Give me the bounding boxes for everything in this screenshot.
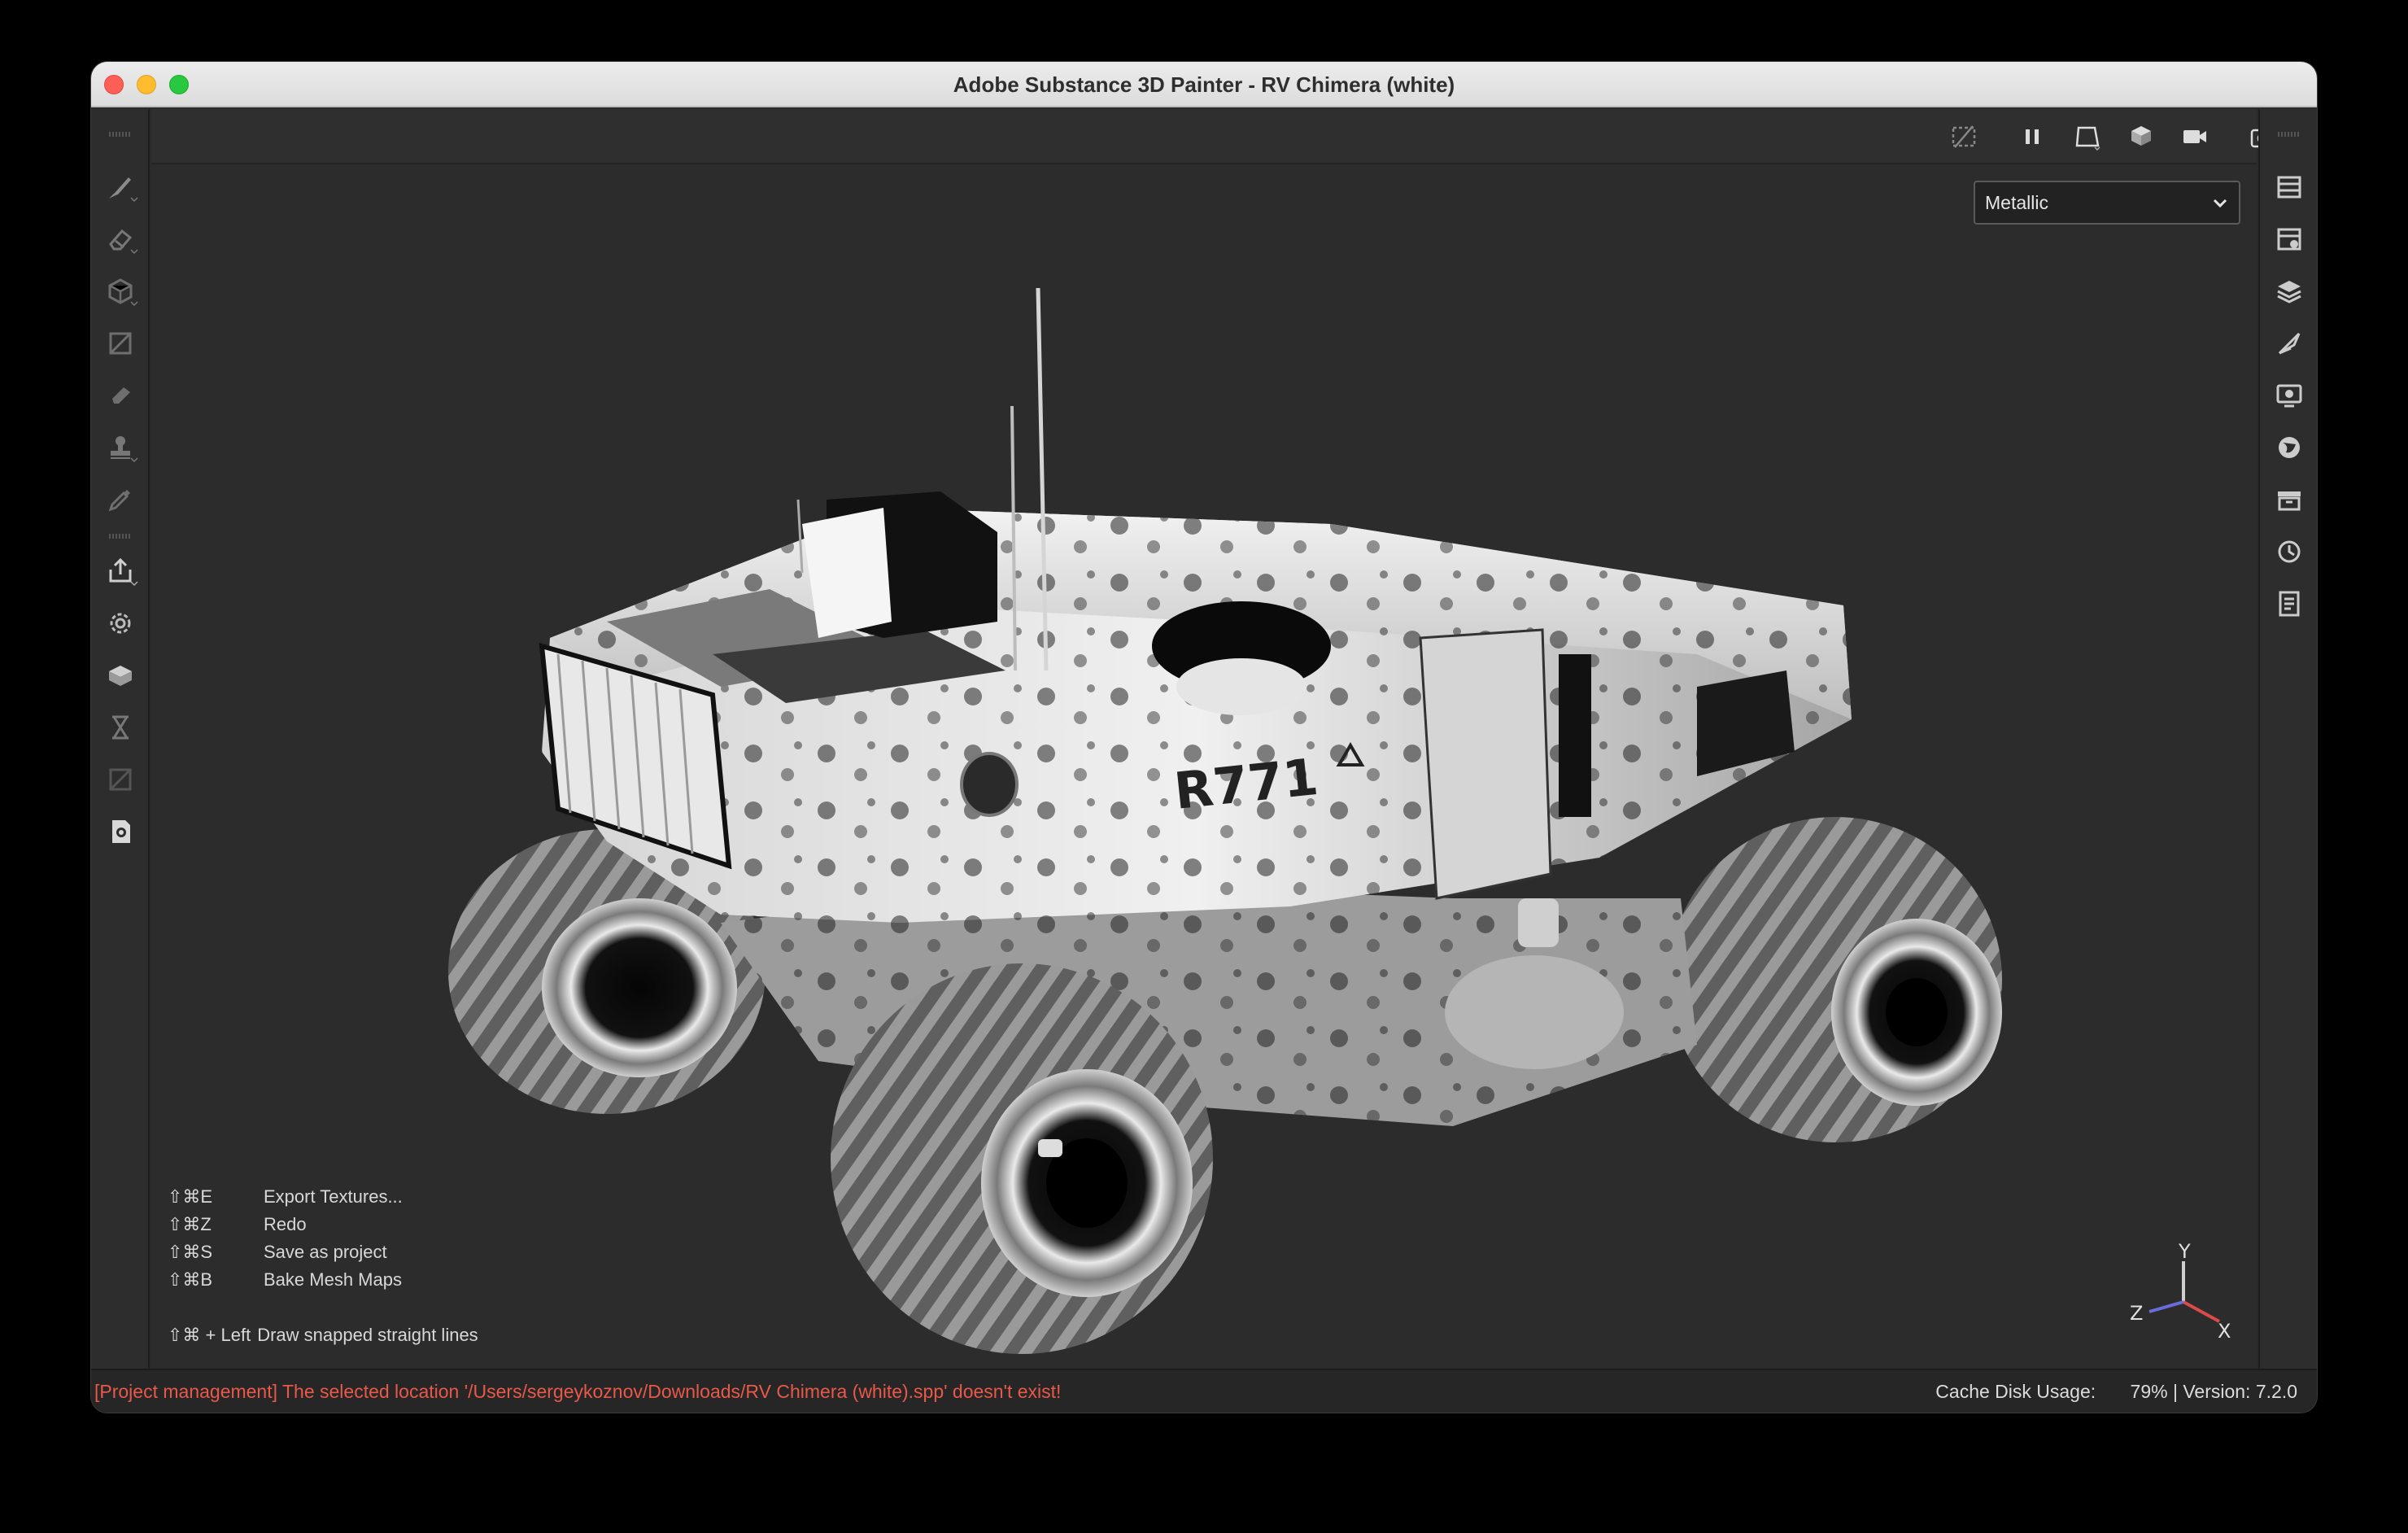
layers-icon[interactable] <box>2271 273 2307 309</box>
paint-brush-icon[interactable] <box>103 169 138 205</box>
toolbar-grip[interactable] <box>109 132 132 137</box>
status-bar: [Project management] The selected locati… <box>91 1369 2317 1413</box>
hide-ui-icon[interactable] <box>1946 120 1982 153</box>
shortcut-keys: ⇧⌘B <box>168 1269 213 1290</box>
clone-stamp-icon[interactable] <box>103 430 138 465</box>
shortcut-action: Bake Mesh Maps <box>264 1269 402 1290</box>
channel-dropdown[interactable]: Metallic <box>1974 181 2240 225</box>
gizmo-z-label: Z <box>2130 1302 2143 1325</box>
shortcut-keys: ⇧⌘E <box>168 1186 213 1207</box>
settings-gear-icon[interactable] <box>103 605 138 641</box>
window-title: Adobe Substance 3D Painter - RV Chimera … <box>953 72 1455 97</box>
status-info: Cache Disk Usage: 79% | Version: 7.2.0 <box>1935 1370 2297 1413</box>
shelf-icon[interactable] <box>2271 482 2307 518</box>
texture-set-settings-icon[interactable] <box>2271 221 2307 257</box>
material-check-icon[interactable] <box>103 814 138 849</box>
chevron-down-icon <box>2213 199 2227 208</box>
axis-gizmo: Y X Z <box>2130 1240 2231 1343</box>
export-icon[interactable] <box>103 553 138 589</box>
view-2d-icon[interactable] <box>2070 120 2105 153</box>
shortcut-action: Redo <box>264 1214 307 1234</box>
status-error-message[interactable]: [Project management] The selected locati… <box>94 1370 1061 1413</box>
shortcut-hints: ⇧⌘E Export Textures... ⇧⌘Z Redo ⇧⌘S Save as… <box>168 1183 478 1349</box>
tools-toolbar <box>91 109 150 1413</box>
shortcut-row: ⇧⌘ + Left Draw snapped straight lines <box>168 1321 478 1349</box>
smudge-icon[interactable] <box>103 378 138 413</box>
title-bar: Adobe Substance 3D Painter - RV Chimera … <box>91 62 2317 107</box>
shortcut-row: ⇧⌘B Bake Mesh Maps <box>168 1266 478 1294</box>
shortcut-keys: ⇧⌘S <box>168 1242 213 1262</box>
shortcut-keys: ⇧⌘ + Left <box>168 1325 251 1345</box>
shortcut-action: Export Textures... <box>264 1186 403 1207</box>
shortcut-row: ⇧⌘E Export Textures... <box>168 1183 478 1211</box>
environment-globe-icon[interactable] <box>2271 430 2307 465</box>
gizmo-x-label: X <box>2218 1320 2231 1343</box>
toolbar-grip[interactable] <box>109 534 132 539</box>
color-picker-icon[interactable] <box>103 482 138 518</box>
3d-viewport[interactable]: R771 Metallic ⇧⌘E Export Textures... ⇧⌘Z R… <box>151 166 2257 1367</box>
log-icon[interactable] <box>2271 586 2307 622</box>
cache-disk-value: 79% | Version: 7.2.0 <box>2130 1381 2297 1402</box>
cache-disk-label: Cache Disk Usage: <box>1935 1381 2096 1402</box>
camera-icon[interactable] <box>2177 120 2213 153</box>
eraser-icon[interactable] <box>103 221 138 257</box>
properties-icon[interactable] <box>2271 325 2307 361</box>
texture-set-list-icon[interactable] <box>2271 169 2307 205</box>
uv-icon[interactable] <box>103 762 138 797</box>
bake-mesh-icon[interactable] <box>103 657 138 693</box>
hourglass-icon[interactable] <box>103 710 138 745</box>
channel-dropdown-value: Metallic <box>1985 192 2048 213</box>
viewport-toolbar <box>151 109 2276 164</box>
projection-icon[interactable] <box>103 273 138 309</box>
shortcut-row: ⇧⌘S Save as project <box>168 1238 478 1266</box>
gizmo-y-label: Y <box>2178 1240 2191 1263</box>
panels-toolbar <box>2258 109 2317 1413</box>
display-settings-icon[interactable] <box>2271 378 2307 413</box>
view-3d-cube-icon[interactable] <box>2123 120 2159 153</box>
geometry-mask-icon[interactable] <box>103 325 138 361</box>
app-window: Adobe Substance 3D Painter - RV Chimera … <box>91 62 2317 1413</box>
shortcut-keys: ⇧⌘Z <box>168 1214 212 1234</box>
shortcut-action: Draw snapped straight lines <box>257 1325 478 1345</box>
shortcut-action: Save as project <box>264 1242 387 1262</box>
toolbar-grip[interactable] <box>2278 132 2301 137</box>
shortcut-row: ⇧⌘Z Redo <box>168 1211 478 1238</box>
pause-icon[interactable] <box>2014 120 2050 153</box>
history-icon[interactable] <box>2271 534 2307 570</box>
